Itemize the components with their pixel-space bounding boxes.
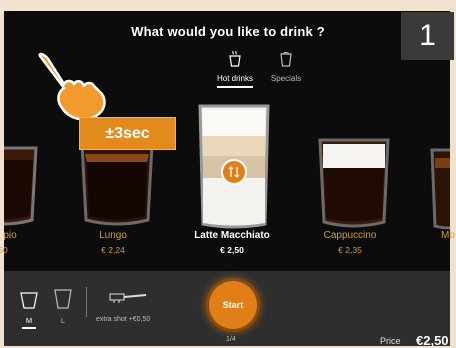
divider: [86, 287, 87, 317]
page-indicator: 1/4: [226, 336, 236, 343]
drink-name: Lungo: [99, 230, 127, 241]
price-label: Price: [380, 336, 401, 346]
extra-shot-toggle[interactable]: [108, 290, 148, 306]
extra-shot-label: extra shot +€0,50: [96, 316, 151, 323]
tab-label: Specials: [270, 74, 302, 83]
adjust-strength-button[interactable]: [221, 159, 247, 185]
tab-active-underline: [217, 86, 253, 88]
drink-price: 50: [0, 245, 8, 255]
drink-name: pio: [3, 230, 17, 241]
size-option-m[interactable]: M: [18, 290, 40, 330]
specials-cup-icon: [256, 50, 316, 68]
drink-cup-partial-left[interactable]: [4, 140, 44, 230]
drink-name: Cappuccino: [323, 230, 377, 241]
cup-size-l-icon: [54, 289, 72, 309]
size-label: M: [25, 316, 33, 325]
drink-price-selected: € 2,50: [220, 245, 244, 255]
size-label: L: [60, 316, 66, 325]
page-title: What would you like to drink ?: [131, 24, 325, 39]
start-button[interactable]: Start: [209, 281, 257, 329]
drink-cup-cappuccino[interactable]: [314, 136, 394, 232]
size-option-l[interactable]: L: [52, 288, 74, 328]
step-number: 1: [401, 12, 454, 60]
tab-specials[interactable]: Specials: [256, 50, 316, 83]
portafilter-icon: [109, 293, 147, 303]
drink-cup-lungo[interactable]: [76, 138, 158, 230]
drink-cup-partial-right[interactable]: [428, 146, 450, 232]
cup-size-m-icon: [20, 292, 38, 309]
adjust-arrows-icon: [228, 166, 240, 178]
kiosk-frame: What would you like to drink ? 1 Hot dri…: [0, 0, 456, 348]
drink-price: € 2,24: [101, 245, 125, 255]
drink-name-selected: Latte Macchiato: [194, 230, 270, 241]
hold-duration-badge: ±3sec: [79, 117, 176, 150]
drink-price: € 2,35: [338, 245, 362, 255]
drink-name: Mo: [441, 230, 455, 241]
size-selected-underline: [22, 327, 36, 329]
tab-label: Hot drinks: [216, 74, 253, 83]
